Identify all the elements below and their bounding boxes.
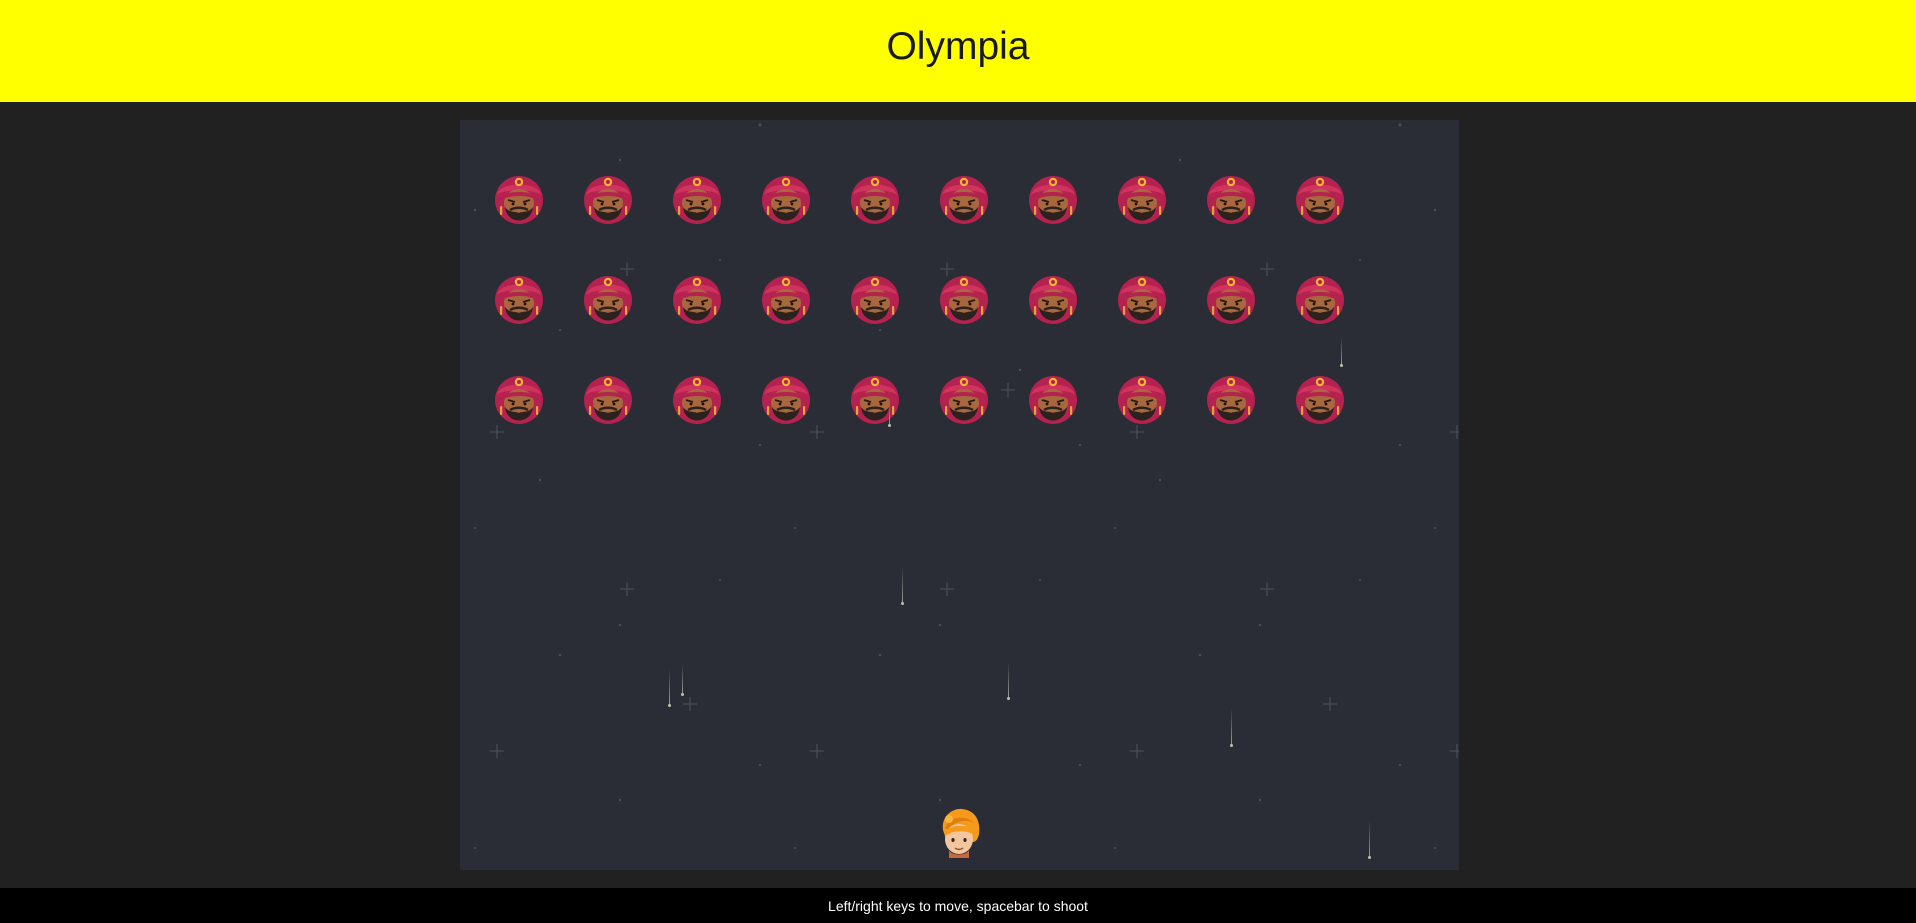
enemy-sprite [938,173,990,225]
enemy-sprite [671,173,723,225]
turbaned-bearded-face-icon [940,176,988,224]
turbaned-bearded-face-icon [762,276,810,324]
enemy-sprite [582,273,634,325]
turbaned-bearded-face-icon [584,176,632,224]
enemy-bullet [901,567,904,605]
turbaned-bearded-face-icon [495,176,543,224]
game-canvas[interactable] [460,120,1459,870]
enemy-bullet [1230,708,1233,747]
turbaned-bearded-face-icon [1296,176,1344,224]
turbaned-bearded-face-icon [1029,276,1077,324]
enemy-bullet [668,669,671,707]
turbaned-boy-face-icon [942,808,980,858]
instructions-bar: Left/right keys to move, spacebar to sho… [0,888,1916,923]
enemy-sprite [1116,173,1168,225]
enemy-sprite [1027,273,1079,325]
enemy-sprite [849,173,901,225]
enemy-formation [460,120,1459,870]
turbaned-bearded-face-icon [495,276,543,324]
enemy-sprite [493,273,545,325]
instructions-text: Left/right keys to move, spacebar to sho… [828,897,1088,914]
enemy-sprite [760,173,812,225]
enemy-sprite [760,373,812,425]
enemy-sprite [582,373,634,425]
enemy-sprite [1205,373,1257,425]
turbaned-bearded-face-icon [851,276,899,324]
enemy-bullet [1340,337,1343,367]
enemy-sprite [1294,273,1346,325]
enemy-sprite [493,173,545,225]
turbaned-bearded-face-icon [495,376,543,424]
turbaned-bearded-face-icon [1029,376,1077,424]
header-bar: Olympia [0,0,1916,102]
enemy-sprite [582,173,634,225]
turbaned-bearded-face-icon [1118,176,1166,224]
turbaned-bearded-face-icon [673,376,721,424]
enemy-bullet [888,403,891,427]
enemy-sprite [671,373,723,425]
turbaned-bearded-face-icon [1296,276,1344,324]
enemy-sprite [1116,273,1168,325]
turbaned-bearded-face-icon [1207,376,1255,424]
turbaned-bearded-face-icon [1118,376,1166,424]
turbaned-bearded-face-icon [1207,176,1255,224]
turbaned-bearded-face-icon [851,376,899,424]
turbaned-bearded-face-icon [1207,276,1255,324]
turbaned-bearded-face-icon [1118,276,1166,324]
turbaned-bearded-face-icon [584,376,632,424]
turbaned-bearded-face-icon [1296,376,1344,424]
enemy-bullet [1368,820,1371,859]
turbaned-bearded-face-icon [940,376,988,424]
enemy-sprite [1027,173,1079,225]
enemy-sprite [1116,373,1168,425]
enemy-sprite [849,273,901,325]
enemy-sprite [1294,173,1346,225]
enemy-sprite [760,273,812,325]
enemy-sprite [938,273,990,325]
turbaned-bearded-face-icon [940,276,988,324]
turbaned-bearded-face-icon [762,376,810,424]
enemy-bullet [1007,662,1010,700]
enemy-sprite [1205,273,1257,325]
enemy-bullet [681,664,684,696]
enemy-sprite [1205,173,1257,225]
enemy-sprite [938,373,990,425]
turbaned-bearded-face-icon [851,176,899,224]
turbaned-bearded-face-icon [673,176,721,224]
turbaned-bearded-face-icon [673,276,721,324]
enemy-sprite [849,373,901,425]
turbaned-bearded-face-icon [1029,176,1077,224]
enemy-sprite [1027,373,1079,425]
turbaned-bearded-face-icon [584,276,632,324]
enemy-sprite [493,373,545,425]
turbaned-bearded-face-icon [762,176,810,224]
page-title: Olympia [886,25,1030,68]
enemy-sprite [1294,373,1346,425]
player-ship [937,806,983,858]
enemy-sprite [671,273,723,325]
